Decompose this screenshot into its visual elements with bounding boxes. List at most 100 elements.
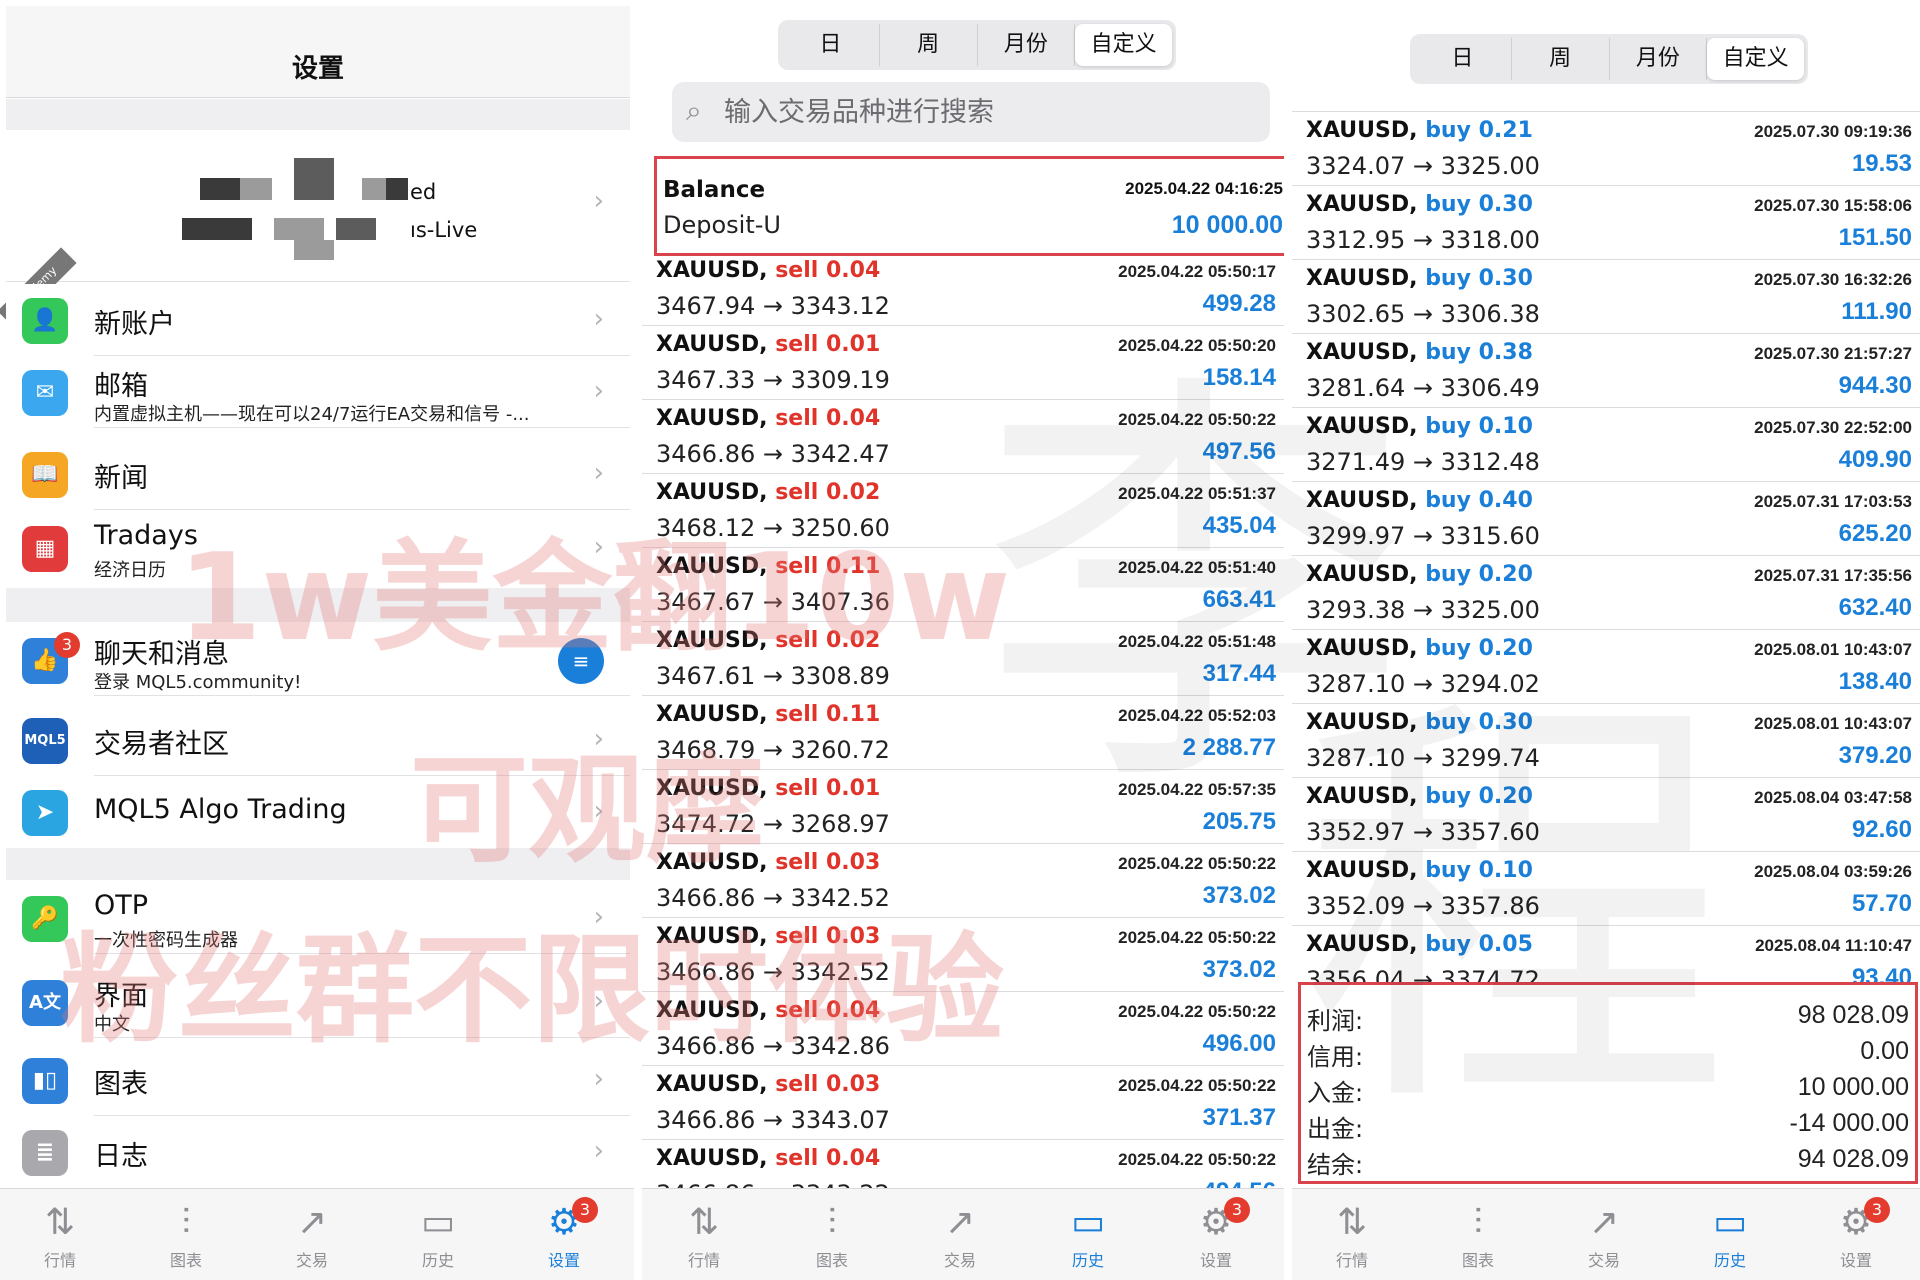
settings-row-mailbox[interactable]: ✉ 邮箱 内置虚拟主机——现在可以24/7运行EA交易和信号 -... › <box>6 356 630 428</box>
chevron-right-icon: › <box>593 724 604 754</box>
deal-row[interactable]: XAUUSD, sell 0.01 2025.04.22 05:57:35 3474… <box>642 770 1284 844</box>
deal-time: 2025.04.22 05:50:22 <box>1118 854 1276 873</box>
segment-custom[interactable]: 自定义 <box>1707 38 1804 80</box>
deal-row[interactable]: XAUUSD, buy 0.10 2025.08.04 03:59:26 3352.… <box>1292 852 1920 926</box>
segment-day[interactable]: 日 <box>1414 38 1512 80</box>
deal-volume: 0.02 <box>825 628 881 653</box>
list-icon: ≣ <box>22 1130 68 1176</box>
balance-row[interactable]: Balance Deposit-U 2025.04.22 04:16:25 10… <box>654 156 1284 256</box>
account-card[interactable]: Academy ed ıs-Live › <box>0 130 630 327</box>
settings-row-news[interactable]: 📖 新闻 › <box>6 438 630 510</box>
deal-time: 2025.07.31 17:35:56 <box>1754 566 1912 585</box>
settings-row-journal[interactable]: ≣ 日志 › <box>6 1116 630 1188</box>
deal-row[interactable]: XAUUSD, sell 0.01 2025.04.22 05:50:20 3467… <box>642 326 1284 400</box>
tab-quotes[interactable]: ⇅ 行情 <box>1302 1203 1402 1271</box>
deal-time: 2025.04.22 05:50:17 <box>1118 262 1276 281</box>
deal-symbol: XAUUSD, sell 0.11 <box>656 554 881 579</box>
deal-side: buy <box>1425 118 1471 143</box>
candlestick-icon: ⫶ <box>827 1202 837 1243</box>
deal-row[interactable]: XAUUSD, sell 0.042025.04.22 05:50:223466… <box>642 992 1284 1066</box>
deal-row[interactable]: XAUUSD, buy 0.20 2025.08.01 10:43:07 3287.… <box>1292 630 1920 704</box>
search-input[interactable] <box>724 90 1244 134</box>
tab-quotes[interactable]: ⇅ 行情 <box>10 1203 110 1271</box>
deal-profit: 379.20 <box>1838 742 1912 769</box>
section-gap <box>6 588 630 622</box>
deal-row[interactable]: XAUUSD, sell 0.03 2025.04.22 05:50:22 3466… <box>642 1066 1284 1140</box>
tab-trade[interactable]: ↗ 交易 <box>910 1203 1010 1271</box>
deal-row[interactable]: XAUUSD, buy 0.40 2025.07.31 17:03:53 3299.… <box>1292 482 1920 556</box>
segment-custom[interactable]: 自定义 <box>1075 24 1172 66</box>
deal-prices: 3287.10 → 3299.74 <box>1306 744 1540 772</box>
deal-row[interactable]: XAUUSD, buy 0.38 2025.07.30 21:57:27 3281.… <box>1292 334 1920 408</box>
chevron-right-icon: › <box>593 458 604 488</box>
deal-symbol: XAUUSD, sell 0.01 <box>656 332 881 357</box>
deal-side: sell <box>775 776 819 801</box>
segment-day[interactable]: 日 <box>782 24 880 66</box>
tab-charts[interactable]: ⫶ 图表 <box>782 1203 882 1271</box>
tab-history[interactable]: ▭ 历史 <box>388 1203 488 1271</box>
deal-row[interactable]: XAUUSD, sell 0.03 2025.04.22 05:50:22 3466… <box>642 918 1284 992</box>
deal-symbol: XAUUSD, buy 0.05 <box>1306 932 1533 957</box>
deal-prices: 3467.67 → 3407.36 <box>656 588 890 616</box>
period-segmented-control: 日 周 月份 自定义 <box>778 20 1176 70</box>
deal-profit: 92.60 <box>1851 816 1912 843</box>
segment-month[interactable]: 月份 <box>978 24 1076 66</box>
deal-profit: 317.44 <box>1202 660 1276 687</box>
tab-quotes[interactable]: ⇅ 行情 <box>654 1203 754 1271</box>
deal-time: 2025.04.22 05:50:22 <box>1118 410 1276 429</box>
segment-week[interactable]: 周 <box>1512 38 1610 80</box>
settings-row-chat[interactable]: 👍 3 聊天和消息 登录 MQL5.community! ≡ <box>6 624 630 696</box>
tab-history[interactable]: ▭ 历史 <box>1038 1203 1138 1271</box>
deal-row[interactable]: XAUUSD, buy 0.10 2025.07.30 22:52:00 3271.… <box>1292 408 1920 482</box>
settings-row-charts[interactable]: ▮▯ 图表 › <box>6 1044 630 1116</box>
deal-symbol: XAUUSD, sell 0.03 <box>656 1072 881 1097</box>
deal-row[interactable]: XAUUSD, sell 0.02 2025.04.22 05:51:48 3467… <box>642 622 1284 696</box>
tab-history[interactable]: ▭ 历史 <box>1680 1203 1780 1271</box>
deal-row[interactable]: XAUUSD, sell 0.04 2025.04.22 05:50:17 3467… <box>642 252 1284 326</box>
deal-row[interactable]: XAUUSD, buy 0.30 2025.07.30 16:32:26 3302.… <box>1292 260 1920 334</box>
deal-row[interactable]: XAUUSD, sell 0.042025.04.22 05:50:223466… <box>642 400 1284 474</box>
tab-settings[interactable]: ⚙ 设置 3 <box>514 1197 614 1271</box>
deal-row[interactable]: XAUUSD, sell 0.02 2025.04.22 05:51:37 3468… <box>642 474 1284 548</box>
deal-row[interactable]: XAUUSD, sell 0.11 2025.04.22 05:52:03 3468… <box>642 696 1284 770</box>
segment-week[interactable]: 周 <box>880 24 978 66</box>
tab-settings[interactable]: ⚙ 设置 3 <box>1166 1197 1266 1271</box>
chat-badge: 3 <box>54 632 80 658</box>
settings-row-community[interactable]: MQL5 交易者社区 › <box>6 704 630 776</box>
chat-bubble-icon[interactable]: ≡ <box>558 638 604 684</box>
deal-side: sell <box>775 1146 819 1171</box>
settings-row-interface[interactable]: A文 界面 中文 › <box>6 966 630 1038</box>
deal-row[interactable]: XAUUSD, sell 0.03 2025.04.22 05:50:22 3466… <box>642 844 1284 918</box>
deal-row[interactable]: XAUUSD, sell 0.11 2025.04.22 05:51:40 3467… <box>642 548 1284 622</box>
deal-prices: 3271.49 → 3312.48 <box>1306 448 1540 476</box>
tab-settings[interactable]: ⚙ 设置 3 <box>1806 1197 1906 1271</box>
history-panel-left: 日 周 月份 自定义 ⌕ Balance Deposit-U 2025.04.2… <box>634 0 1284 1280</box>
deal-side: sell <box>775 480 819 505</box>
deal-row[interactable]: XAUUSD, buy 0.30 2025.07.30 15:58:06 3312.… <box>1292 186 1920 260</box>
deal-row[interactable]: XAUUSD, buy 0.05 2025.08.04 11:10:47 3356.… <box>1292 926 1920 982</box>
settings-row-tradays[interactable]: ▦ Tradays 经济日历 › <box>6 512 630 584</box>
settings-row-otp[interactable]: 🔑 OTP 一次性密码生成器 › <box>6 882 630 954</box>
deal-side: buy <box>1425 414 1471 439</box>
settings-row-new-account[interactable]: 👤 新账户 › <box>6 284 630 356</box>
tab-trade[interactable]: ↗ 交易 <box>1554 1203 1654 1271</box>
settings-row-algo-trading[interactable]: ➤ MQL5 Algo Trading › <box>6 776 630 848</box>
deal-row[interactable]: XAUUSD, buy 0.30 2025.08.01 10:43:07 3287.… <box>1292 704 1920 778</box>
deal-volume: 0.20 <box>1478 636 1533 661</box>
tab-trade[interactable]: ↗ 交易 <box>262 1203 362 1271</box>
segment-month[interactable]: 月份 <box>1610 38 1708 80</box>
deal-row[interactable]: XAUUSD, buy 0.20 2025.07.31 17:35:56 3293.… <box>1292 556 1920 630</box>
deal-time: 2025.04.22 05:50:22 <box>1118 1150 1276 1169</box>
deal-row[interactable]: XAUUSD, buy 0.21 2025.07.30 09:19:36 3324.… <box>1292 112 1920 186</box>
deal-symbol: XAUUSD, buy 0.38 <box>1306 340 1533 365</box>
chevron-right-icon: › <box>593 1064 604 1094</box>
deal-time: 2025.04.22 05:50:22 <box>1118 1002 1276 1021</box>
telegram-icon: ➤ <box>22 790 68 836</box>
tab-charts[interactable]: ⫶ 图表 <box>1428 1203 1528 1271</box>
language-icon: A文 <box>22 980 68 1026</box>
deal-row[interactable]: XAUUSD, sell 0.042025.04.22 05:50:223466… <box>642 1140 1284 1192</box>
deal-row[interactable]: XAUUSD, buy 0.20 2025.08.04 03:47:58 3352.… <box>1292 778 1920 852</box>
deal-prices: 3468.79 → 3260.72 <box>656 736 890 764</box>
deal-side: sell <box>775 1072 819 1097</box>
tab-charts[interactable]: ⫶ 图表 <box>136 1203 236 1271</box>
